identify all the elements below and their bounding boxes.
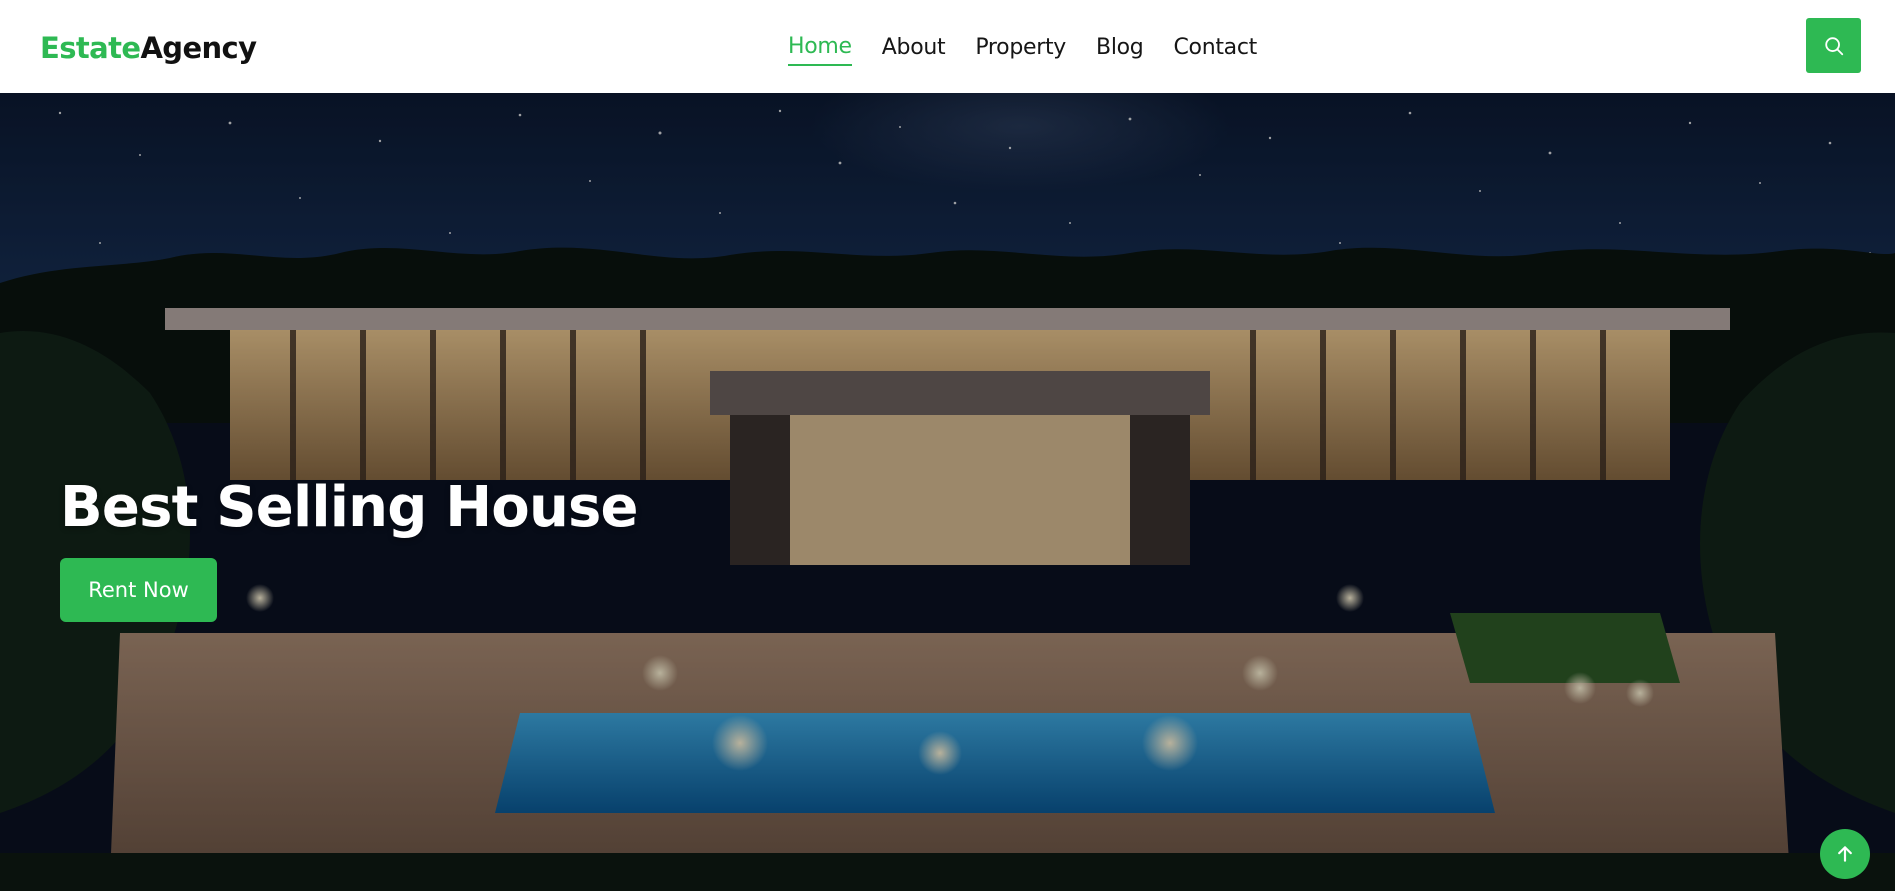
back-to-top-button[interactable] — [1820, 829, 1870, 879]
nav-link-about[interactable]: About — [882, 32, 946, 64]
hero-title: Best Selling House — [60, 475, 639, 540]
search-button[interactable] — [1806, 18, 1861, 73]
search-icon — [1824, 36, 1843, 55]
nav-link-property[interactable]: Property — [975, 32, 1066, 64]
nav-link-home[interactable]: Home — [788, 31, 852, 66]
main-nav: Home About Property Blog Contact — [788, 28, 1257, 68]
site-logo[interactable]: EstateAgency — [40, 28, 257, 68]
rent-now-button[interactable]: Rent Now — [60, 558, 217, 622]
arrow-up-icon — [1838, 846, 1852, 862]
nav-link-blog[interactable]: Blog — [1096, 32, 1144, 64]
hero-section: Best Selling House Rent Now — [0, 93, 1895, 891]
logo-accent-text: Estate — [40, 31, 141, 65]
logo-main-text: Agency — [140, 31, 257, 65]
site-header: EstateAgency Home About Property Blog Co… — [0, 0, 1895, 93]
nav-link-contact[interactable]: Contact — [1173, 32, 1257, 64]
